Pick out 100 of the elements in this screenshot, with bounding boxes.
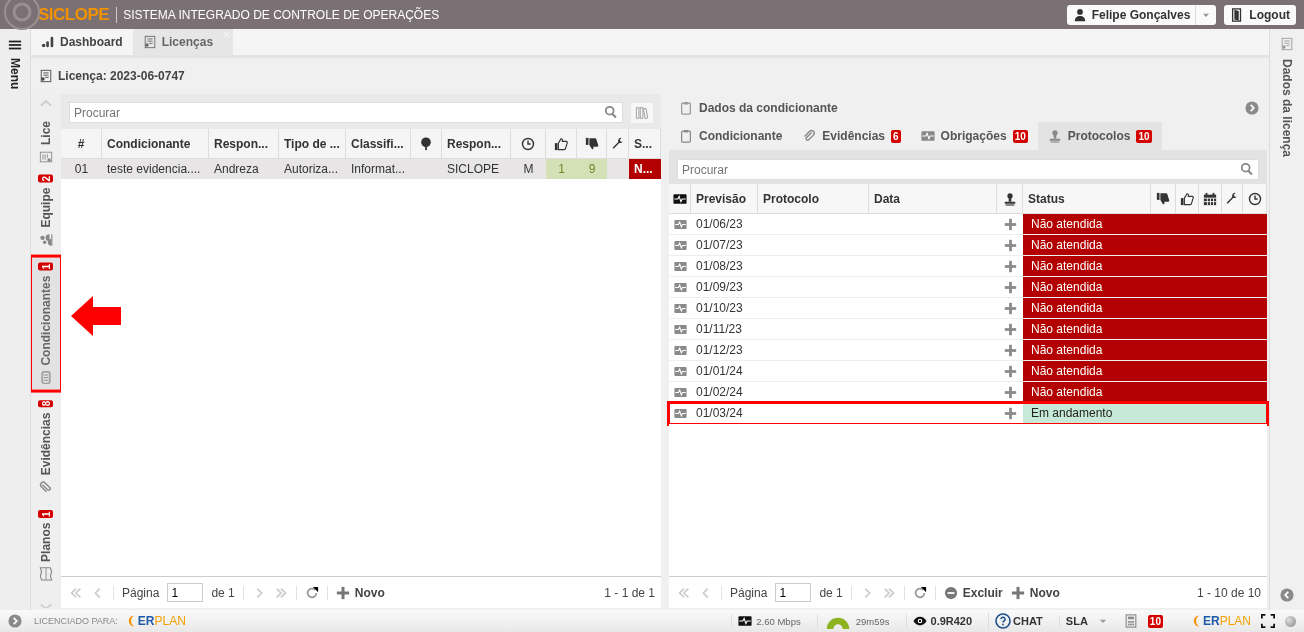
- refresh-icon[interactable]: [304, 585, 319, 600]
- search-field[interactable]: Procurar: [69, 102, 623, 123]
- column-header[interactable]: Condicionante: [107, 136, 191, 151]
- fullscreen-icon[interactable]: [1261, 614, 1275, 628]
- table-row[interactable]: 01/09/23 Não atendida: [669, 277, 1267, 298]
- table-row[interactable]: 01/12/23 Não atendida: [669, 340, 1267, 361]
- network-speed: 2.60 Mbps: [756, 615, 801, 627]
- column-header[interactable]: Data: [874, 191, 900, 206]
- stamp-icon[interactable]: [1002, 191, 1017, 206]
- column-header[interactable]: #: [77, 136, 85, 151]
- license-data-tab[interactable]: Dados da licença: [1280, 37, 1294, 158]
- columns-button[interactable]: [631, 102, 653, 123]
- thumbs-down-icon[interactable]: [584, 136, 599, 151]
- tab[interactable]: Obrigações 10: [910, 122, 1038, 150]
- plus-icon[interactable]: [1003, 343, 1017, 357]
- column-header[interactable]: Protocolo: [763, 191, 819, 206]
- plus-icon[interactable]: [1003, 406, 1017, 420]
- table-row[interactable]: 01/01/24 Não atendida: [669, 361, 1267, 382]
- tree-icon[interactable]: [419, 136, 433, 151]
- menu-button[interactable]: Menu: [0, 29, 30, 90]
- table-cell-text: Autoriza...: [283, 161, 340, 178]
- table-row[interactable]: 01/02/24 Não atendida: [669, 382, 1267, 403]
- column-header[interactable]: Respon...: [214, 136, 268, 151]
- status-cell: Não atendida: [1023, 235, 1267, 255]
- plus-icon[interactable]: [1003, 217, 1017, 231]
- refresh-icon[interactable]: [912, 585, 927, 600]
- wrench-icon[interactable]: [1225, 191, 1239, 206]
- search-field[interactable]: Procurar: [677, 159, 1259, 180]
- page-label: Página: [730, 585, 768, 600]
- side-tab[interactable]: Evidências 8: [32, 395, 60, 500]
- table-cell-text: 01/06/23: [695, 216, 744, 233]
- column-header[interactable]: Respon...: [447, 136, 501, 151]
- plus-icon[interactable]: [1003, 322, 1017, 336]
- status-cell: Não atendida: [1023, 277, 1267, 297]
- page-input[interactable]: 1: [167, 583, 204, 602]
- sla-dropdown[interactable]: SLA: [1058, 615, 1114, 627]
- plus-icon[interactable]: [1003, 385, 1017, 399]
- side-tab[interactable]: Lice: [32, 116, 60, 164]
- count-badge: 1: [38, 510, 54, 518]
- plus-icon[interactable]: [1003, 364, 1017, 378]
- wrench-icon[interactable]: [610, 136, 625, 151]
- thumbs-up-icon[interactable]: [1180, 191, 1194, 206]
- thumbs-down-icon[interactable]: [1156, 191, 1170, 206]
- monitor-pulse-icon[interactable]: [672, 191, 687, 206]
- calculator-icon[interactable]: [1123, 614, 1138, 628]
- column-header[interactable]: S...: [634, 136, 652, 151]
- arrow-right-circle-icon[interactable]: [8, 614, 22, 628]
- column-header[interactable]: Status: [1028, 191, 1065, 206]
- clipboard-icon: [679, 101, 693, 115]
- column-header[interactable]: Classifi...: [351, 136, 404, 151]
- clock-icon[interactable]: [521, 136, 535, 151]
- table-row[interactable]: 01/06/23 Não atendida: [669, 214, 1267, 235]
- table-row[interactable]: 01/03/24 Em andamento: [669, 403, 1267, 424]
- table-cell-text: 01/11/23: [695, 321, 743, 338]
- table-row[interactable]: 01 teste evidencia.... Andreza Autoriza... Informat... SICLOPE M 1 9 N...: [61, 159, 661, 179]
- certificate-icon: [39, 69, 53, 83]
- tab[interactable]: Dashboard: [31, 29, 133, 55]
- plus-icon[interactable]: [1003, 238, 1017, 252]
- table-row[interactable]: 01/07/23 Não atendida: [669, 235, 1267, 256]
- table-row[interactable]: 01/10/23 Não atendida: [669, 298, 1267, 319]
- tab[interactable]: Condicionante: [669, 122, 793, 150]
- count-badge: 2: [38, 175, 54, 183]
- search-icon: [1240, 162, 1254, 176]
- help-circle-icon: [995, 613, 1012, 629]
- arrow-left-circle-icon[interactable]: [1280, 588, 1294, 602]
- new-button[interactable]: Novo: [1010, 585, 1060, 600]
- monitor-pulse-icon: [673, 280, 687, 294]
- table-row[interactable]: 01/11/23 Não atendida: [669, 319, 1267, 340]
- status-cell: Não atendida: [1023, 319, 1267, 339]
- eye-icon: [912, 614, 927, 628]
- version-label: 0.9R420: [930, 615, 973, 627]
- monitor-pulse-icon: [673, 343, 687, 357]
- logout-button[interactable]: Logout: [1224, 4, 1296, 25]
- table-cell-text: 01/03/24: [695, 405, 744, 422]
- monitor-pulse-icon: [673, 238, 687, 252]
- monitor-pulse-icon: [673, 364, 687, 378]
- side-tab[interactable]: Planos 1: [32, 505, 60, 587]
- new-button[interactable]: Novo: [335, 585, 385, 600]
- clock-icon[interactable]: [1247, 191, 1262, 206]
- plus-icon[interactable]: [1003, 259, 1017, 273]
- side-tab[interactable]: Condicionantes 1: [32, 257, 60, 390]
- chat-button[interactable]: CHAT: [988, 613, 1049, 629]
- column-header[interactable]: Previsão: [696, 191, 747, 206]
- plus-icon[interactable]: [1003, 280, 1017, 294]
- tab[interactable]: Protocolos 10: [1037, 122, 1162, 150]
- table-cell: 9: [577, 159, 607, 179]
- thumbs-up-icon[interactable]: [554, 136, 568, 151]
- tab[interactable]: Licenças: [132, 29, 234, 55]
- user-menu-button[interactable]: Felipe Gonçalves: [1066, 4, 1217, 25]
- tab[interactable]: Evidências 6: [792, 122, 911, 150]
- table-row[interactable]: 01/08/23 Não atendida: [669, 256, 1267, 277]
- column-header[interactable]: Tipo de ...: [284, 136, 340, 151]
- page-input[interactable]: 1: [775, 583, 812, 602]
- plus-icon[interactable]: [1003, 301, 1017, 315]
- side-tab[interactable]: Equipe 2: [32, 170, 60, 252]
- calendar-icon[interactable]: [1203, 191, 1217, 206]
- panel-title: Dados da condicionante: [699, 101, 838, 115]
- arrow-right-circle-icon[interactable]: [1245, 101, 1259, 115]
- monitor-pulse-icon: [920, 129, 935, 143]
- delete-button[interactable]: Excluir: [943, 585, 1003, 600]
